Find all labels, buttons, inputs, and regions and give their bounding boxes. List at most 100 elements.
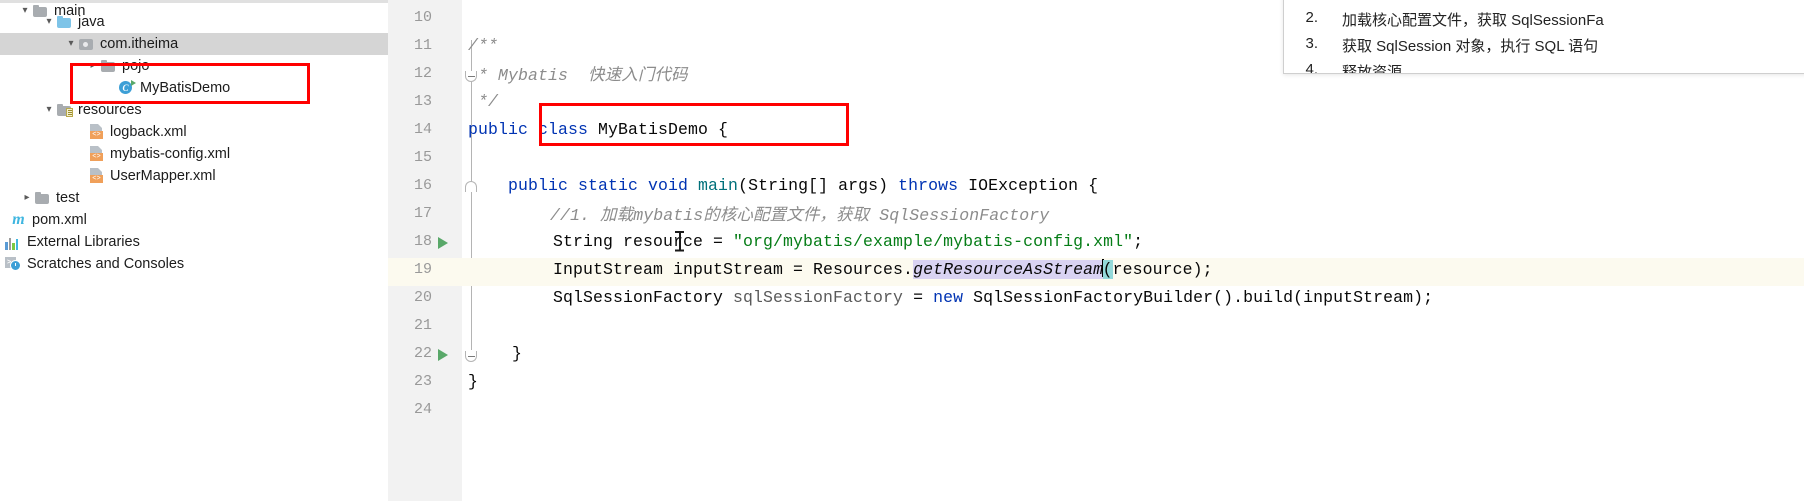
tree-item-scratches-and-consoles[interactable]: > Scratches and Consoles — [0, 253, 388, 275]
semicolon: ; — [1202, 260, 1213, 280]
tree-item-label: pom.xml — [32, 211, 87, 228]
editor-line-13[interactable]: 13 */ — [388, 87, 1804, 192]
inline-comment-1: //1. 加载mybatis的核心配置文件，获取 SqlSessionFacto… — [550, 206, 1050, 226]
xml-file-icon: <> — [88, 146, 105, 162]
project-tree-panel[interactable]: ▾ main ▾ java ▾ com.itheima ▸ pojo ▸ C — [0, 0, 388, 501]
line-number: 23 — [413, 372, 432, 390]
tree-item-logback-xml[interactable]: ▸ <> logback.xml — [0, 121, 388, 143]
chevron-down-icon[interactable]: ▾ — [64, 38, 78, 49]
line-number: 22 — [413, 344, 432, 362]
steps-overlay-panel: 2. 加载核心配置文件，获取 SqlSessionFa 3. 获取 SqlSes… — [1283, 0, 1804, 74]
keyword-throws: throws — [898, 175, 959, 195]
line-number: 16 — [413, 176, 432, 194]
tree-item-usermapper-xml[interactable]: ▸ <> UserMapper.xml — [0, 165, 388, 187]
step-text: 加载核心配置文件，获取 SqlSessionFa — [1342, 12, 1604, 29]
folder-resources-icon — [56, 102, 73, 118]
chevron-down-icon[interactable]: ▾ — [42, 104, 56, 115]
line-number: 21 — [413, 316, 432, 334]
scratches-icon: > — [5, 256, 22, 272]
line-number: 11 — [413, 36, 432, 54]
line-number: 19 — [413, 260, 432, 278]
keyword-class: class — [538, 119, 589, 139]
javadoc-text: Mybatis 快速入门代码 — [498, 66, 688, 86]
line-number: 14 — [413, 120, 432, 138]
line-number: 20 — [413, 288, 432, 306]
exception-type: IOException { — [958, 175, 1099, 195]
tree-item-com-itheima[interactable]: ▾ com.itheima — [0, 33, 388, 55]
editor-line-16[interactable]: 16 public static void main(String[] args… — [388, 171, 1804, 362]
tree-item-test[interactable]: ▸ test — [0, 187, 388, 209]
step-number: 3. — [1305, 35, 1318, 52]
line-number: 13 — [413, 92, 432, 110]
line-number: 24 — [413, 400, 432, 418]
java-class-icon: C — [118, 80, 136, 95]
folder-gray-icon — [100, 58, 117, 73]
folder-gray-icon — [34, 190, 51, 205]
tree-item-label: java — [78, 13, 105, 30]
code-editor[interactable]: 10 11 /** 12 * Mybatis 快速入门代码 13 */ 14 p… — [388, 0, 1804, 501]
editor-line-19[interactable]: 19 InputStream inputStream = Resources.g… — [388, 255, 1804, 283]
chevron-right-icon[interactable]: ▸ — [86, 60, 100, 71]
editor-line-22[interactable]: 22 } — [388, 339, 1804, 367]
line-number: 12 — [413, 64, 432, 82]
chevron-down-icon[interactable]: ▾ — [42, 16, 56, 27]
keyword-public: public — [468, 119, 539, 139]
builder-call: SqlSessionFactoryBuilder().build(inputSt… — [963, 287, 1434, 307]
chevron-right-icon[interactable]: ▸ — [20, 192, 34, 203]
javadoc-star: * — [468, 66, 499, 86]
tree-item-label: MyBatisDemo — [140, 79, 231, 96]
tree-item-label: com.itheima — [100, 35, 179, 52]
tree-item-label: test — [56, 189, 80, 206]
class-name: MyBatisDemo { — [588, 119, 729, 139]
method-name-main: main — [698, 175, 739, 195]
tree-item-label: resources — [78, 101, 142, 118]
maven-icon: m — [12, 211, 25, 229]
tree-item-label: UserMapper.xml — [110, 167, 216, 184]
editor-line-14[interactable]: 14 public class MyBatisDemo { — [388, 115, 1804, 249]
tree-item-pom-xml[interactable]: m pom.xml — [0, 209, 388, 231]
ide-screenshot: ▾ main ▾ java ▾ com.itheima ▸ pojo ▸ C — [0, 0, 1804, 501]
assign-operator: = — [903, 287, 934, 307]
inputstream-declaration: InputStream inputStream = Resources. — [553, 260, 914, 280]
keyword-new: new — [933, 287, 964, 307]
tree-item-external-libraries[interactable]: External Libraries — [0, 231, 388, 253]
class-declaration: public class MyBatisDemo { — [468, 120, 728, 139]
tree-item-java[interactable]: ▾ java — [0, 11, 388, 33]
editor-line-15[interactable]: 15 — [388, 143, 1804, 171]
line-number: 10 — [413, 8, 432, 26]
line-number: 17 — [413, 204, 432, 222]
method-params: (String[] args) — [738, 175, 899, 195]
step-number: 2. — [1305, 9, 1318, 26]
factory-type: SqlSessionFactory — [553, 287, 734, 307]
tree-item-label: pojo — [122, 57, 150, 74]
step-text: 获取 SqlSession 对象，执行 SQL 语句 — [1342, 38, 1599, 55]
tree-item-label: mybatis-config.xml — [110, 145, 231, 162]
editor-line-17[interactable]: 17 //1. 加载mybatis的核心配置文件，获取 SqlSessionFa… — [388, 199, 1804, 227]
string-resource-statement: String resource = "org/mybatis/example/m… — [553, 232, 1143, 251]
semicolon: ; — [1133, 231, 1144, 251]
tree-item-mybatisdemo[interactable]: ▸ C MyBatisDemo — [0, 77, 388, 99]
editor-line-20[interactable]: 20 SqlSessionFactory sqlSessionFactory =… — [388, 283, 1804, 311]
method-close-brace: } — [512, 343, 523, 363]
editor-line-24[interactable]: 24 — [388, 395, 1804, 423]
factory-variable: sqlSessionFactory — [733, 287, 904, 307]
line-number: 15 — [413, 148, 432, 166]
tree-item-label: logback.xml — [110, 123, 187, 140]
step-number: 4. — [1305, 61, 1318, 74]
tree-item-pojo[interactable]: ▸ pojo — [0, 55, 388, 77]
editor-line-21[interactable]: 21 — [388, 311, 1804, 339]
tree-item-mybatis-config-xml[interactable]: ▸ <> mybatis-config.xml — [0, 143, 388, 165]
editor-line-23[interactable]: 23 } — [388, 367, 1804, 395]
libraries-icon — [5, 234, 22, 251]
line-number: 18 — [413, 232, 432, 250]
editor-line-18[interactable]: 18 String resource = "org/mybatis/exampl… — [388, 227, 1804, 255]
string-literal-config-path: "org/mybatis/example/mybatis-config.xml" — [733, 231, 1134, 251]
package-icon — [78, 36, 95, 51]
resource-declaration: String resource = — [553, 231, 734, 251]
sqlsessionfactory-statement: SqlSessionFactory sqlSessionFactory = ne… — [553, 288, 1433, 307]
javadoc-close: */ — [468, 91, 499, 111]
step-text: 释放资源 — [1342, 64, 1403, 74]
tree-item-resources[interactable]: ▾ resources — [0, 99, 388, 121]
bracket-match-highlight: ( — [1102, 260, 1113, 280]
